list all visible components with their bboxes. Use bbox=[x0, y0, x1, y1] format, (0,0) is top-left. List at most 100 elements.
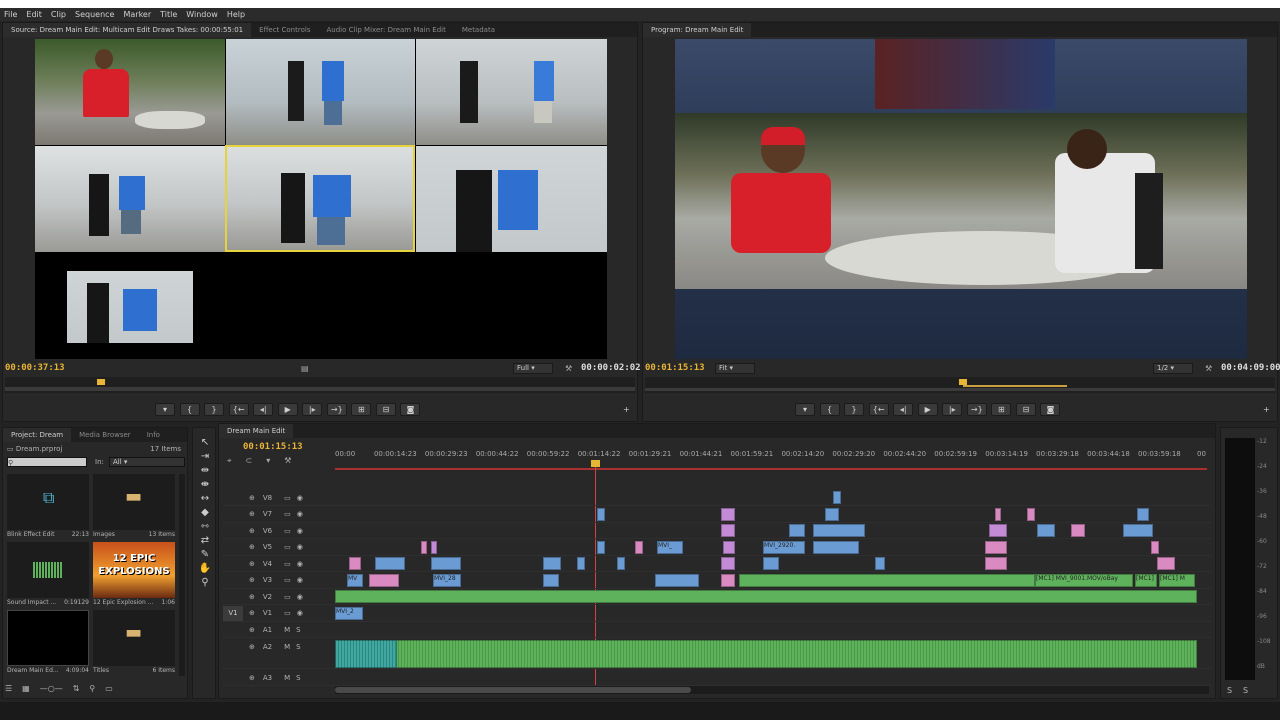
project-search-input[interactable]: ⚲ bbox=[7, 457, 87, 467]
menu-clip[interactable]: Clip bbox=[51, 10, 66, 19]
eye-icon[interactable]: ◉ bbox=[297, 510, 303, 518]
menu-file[interactable]: File bbox=[4, 10, 17, 19]
step-forward-button[interactable]: |▸ bbox=[942, 403, 963, 416]
timeline-clip[interactable] bbox=[1071, 524, 1085, 537]
timeline-clip[interactable] bbox=[833, 491, 841, 504]
mute-icon[interactable]: M bbox=[284, 674, 290, 682]
sync-lock-icon[interactable]: ▭ bbox=[284, 609, 291, 617]
zoom-slider[interactable]: —○— bbox=[40, 684, 63, 696]
menu-edit[interactable]: Edit bbox=[26, 10, 42, 19]
lock-icon[interactable]: ⊕ bbox=[249, 560, 255, 568]
project-item-3[interactable]: Sound Impact ... 0:19129 bbox=[7, 599, 89, 607]
program-scrubber[interactable] bbox=[645, 377, 1275, 393]
timeline-clip[interactable] bbox=[1151, 540, 1159, 554]
settings-wrench-icon[interactable]: ⚒ bbox=[284, 456, 291, 466]
multicam-view[interactable] bbox=[35, 39, 607, 359]
project-item-thumb[interactable] bbox=[7, 610, 89, 666]
timeline-clip[interactable]: MV bbox=[347, 573, 363, 587]
track-v6[interactable]: ⊕ V6 ▭ ◉ bbox=[223, 523, 1211, 539]
audio-clip-waveform[interactable] bbox=[335, 640, 1197, 668]
lock-icon[interactable]: ⊕ bbox=[249, 609, 255, 617]
timeline-clip[interactable] bbox=[577, 557, 585, 570]
source-playhead[interactable] bbox=[97, 379, 105, 385]
track-a3[interactable]: ⊕ A3 M S bbox=[223, 670, 1211, 686]
program-view[interactable] bbox=[675, 39, 1247, 359]
timeline-clip[interactable] bbox=[813, 524, 865, 537]
source-patch-v1[interactable]: V1 bbox=[223, 605, 243, 621]
razor-tool-icon[interactable]: ◆ bbox=[198, 506, 212, 520]
timeline-clip[interactable] bbox=[349, 557, 361, 570]
pen-tool-icon[interactable]: ✎ bbox=[198, 548, 212, 562]
timeline-clip[interactable] bbox=[597, 540, 605, 554]
tab-info[interactable]: Info bbox=[139, 428, 168, 442]
mark-in-button[interactable]: { bbox=[819, 403, 840, 416]
track-a1[interactable]: ⊕ A1 M S bbox=[223, 622, 1211, 638]
find-icon[interactable]: ⚲ bbox=[89, 684, 95, 696]
eye-icon[interactable]: ◉ bbox=[297, 593, 303, 601]
track-v7[interactable]: ⊕ V7 ▭ ◉ bbox=[223, 507, 1211, 523]
eye-icon[interactable]: ◉ bbox=[297, 576, 303, 584]
camera-angle-5-active[interactable] bbox=[225, 145, 415, 252]
timeline-timecode[interactable]: 00:01:15:13 bbox=[243, 442, 303, 452]
timeline-clip[interactable] bbox=[655, 573, 699, 587]
insert-button[interactable]: ⊞ bbox=[351, 403, 372, 416]
timeline-clip[interactable] bbox=[989, 524, 1007, 537]
timeline-clip[interactable] bbox=[739, 573, 1035, 587]
camera-icon[interactable]: ◙ bbox=[400, 403, 421, 416]
tab-effect-controls[interactable]: Effect Controls bbox=[251, 23, 318, 37]
source-zoom-select[interactable]: Full ▾ bbox=[513, 362, 553, 374]
timeline-clip[interactable] bbox=[723, 540, 735, 554]
hscroll-thumb[interactable] bbox=[335, 687, 691, 693]
program-playhead-timecode[interactable]: 00:01:15:13 bbox=[645, 363, 705, 373]
lift-button[interactable]: ⊞ bbox=[991, 403, 1012, 416]
project-item-1[interactable]: Blink Effect Edit 22:13 bbox=[7, 531, 89, 539]
timeline-clip[interactable]: [MC1] M bbox=[1159, 573, 1195, 587]
timeline-clip[interactable] bbox=[375, 557, 405, 570]
slip-tool-icon[interactable]: ⇿ bbox=[198, 520, 212, 534]
tab-metadata[interactable]: Metadata bbox=[454, 23, 503, 37]
timeline-clip[interactable]: MVI_28 bbox=[433, 573, 461, 587]
timeline-clip[interactable] bbox=[875, 557, 885, 570]
sync-lock-icon[interactable]: ▭ bbox=[284, 560, 291, 568]
menu-help[interactable]: Help bbox=[227, 10, 245, 19]
timeline-clip[interactable]: MVI_2920. bbox=[763, 540, 805, 554]
track-select-tool-icon[interactable]: ⇥ bbox=[198, 450, 212, 464]
timeline-clip[interactable] bbox=[1037, 524, 1055, 537]
automate-icon[interactable]: ⇅ bbox=[73, 684, 80, 696]
solo-icon[interactable]: S bbox=[296, 626, 300, 634]
eye-icon[interactable]: ◉ bbox=[297, 527, 303, 535]
snap-icon[interactable]: ⊂ bbox=[246, 456, 253, 466]
lock-icon[interactable]: ⊕ bbox=[249, 674, 255, 682]
track-v4[interactable]: ⊕ V4 ▭ ◉ bbox=[223, 556, 1211, 572]
tab-media-browser[interactable]: Media Browser bbox=[71, 428, 139, 442]
menu-marker[interactable]: Marker bbox=[123, 10, 151, 19]
lock-icon[interactable]: ⊕ bbox=[249, 510, 255, 518]
slide-tool-icon[interactable]: ⇄ bbox=[198, 534, 212, 548]
timeline-clip[interactable]: [MC1] bbox=[1135, 573, 1157, 587]
rolling-edit-tool-icon[interactable]: ⇼ bbox=[198, 478, 212, 492]
eye-icon[interactable]: ◉ bbox=[297, 609, 303, 617]
timeline-clip[interactable] bbox=[763, 557, 779, 570]
mute-icon[interactable]: M bbox=[284, 643, 290, 651]
sync-lock-icon[interactable]: ▭ bbox=[284, 593, 291, 601]
timeline-clip[interactable] bbox=[1157, 557, 1175, 570]
timeline-clip[interactable] bbox=[985, 540, 1007, 554]
timeline-clip[interactable] bbox=[617, 557, 625, 570]
solo-icon[interactable]: S bbox=[296, 674, 300, 682]
timeline-clip[interactable] bbox=[421, 540, 427, 554]
timeline-clip[interactable] bbox=[721, 524, 735, 537]
film-icon[interactable]: ▤ bbox=[301, 364, 309, 373]
project-item-thumb[interactable]: ▬ bbox=[93, 610, 175, 666]
timeline-clip[interactable] bbox=[789, 524, 805, 537]
lock-icon[interactable]: ⊕ bbox=[249, 626, 255, 634]
eye-icon[interactable]: ◉ bbox=[297, 560, 303, 568]
project-item-thumb[interactable]: ⧉ bbox=[7, 474, 89, 530]
new-bin-icon[interactable]: ▭ bbox=[105, 684, 113, 696]
lock-icon[interactable]: ⊕ bbox=[249, 494, 255, 502]
sync-lock-icon[interactable]: ▭ bbox=[284, 527, 291, 535]
timeline-clip[interactable] bbox=[335, 590, 1197, 603]
tab-audio-mixer[interactable]: Audio Clip Mixer: Dream Main Edit bbox=[318, 23, 453, 37]
timeline-clip[interactable] bbox=[985, 557, 1007, 570]
mark-in-button[interactable]: { bbox=[179, 403, 200, 416]
sync-lock-icon[interactable]: ▭ bbox=[284, 494, 291, 502]
